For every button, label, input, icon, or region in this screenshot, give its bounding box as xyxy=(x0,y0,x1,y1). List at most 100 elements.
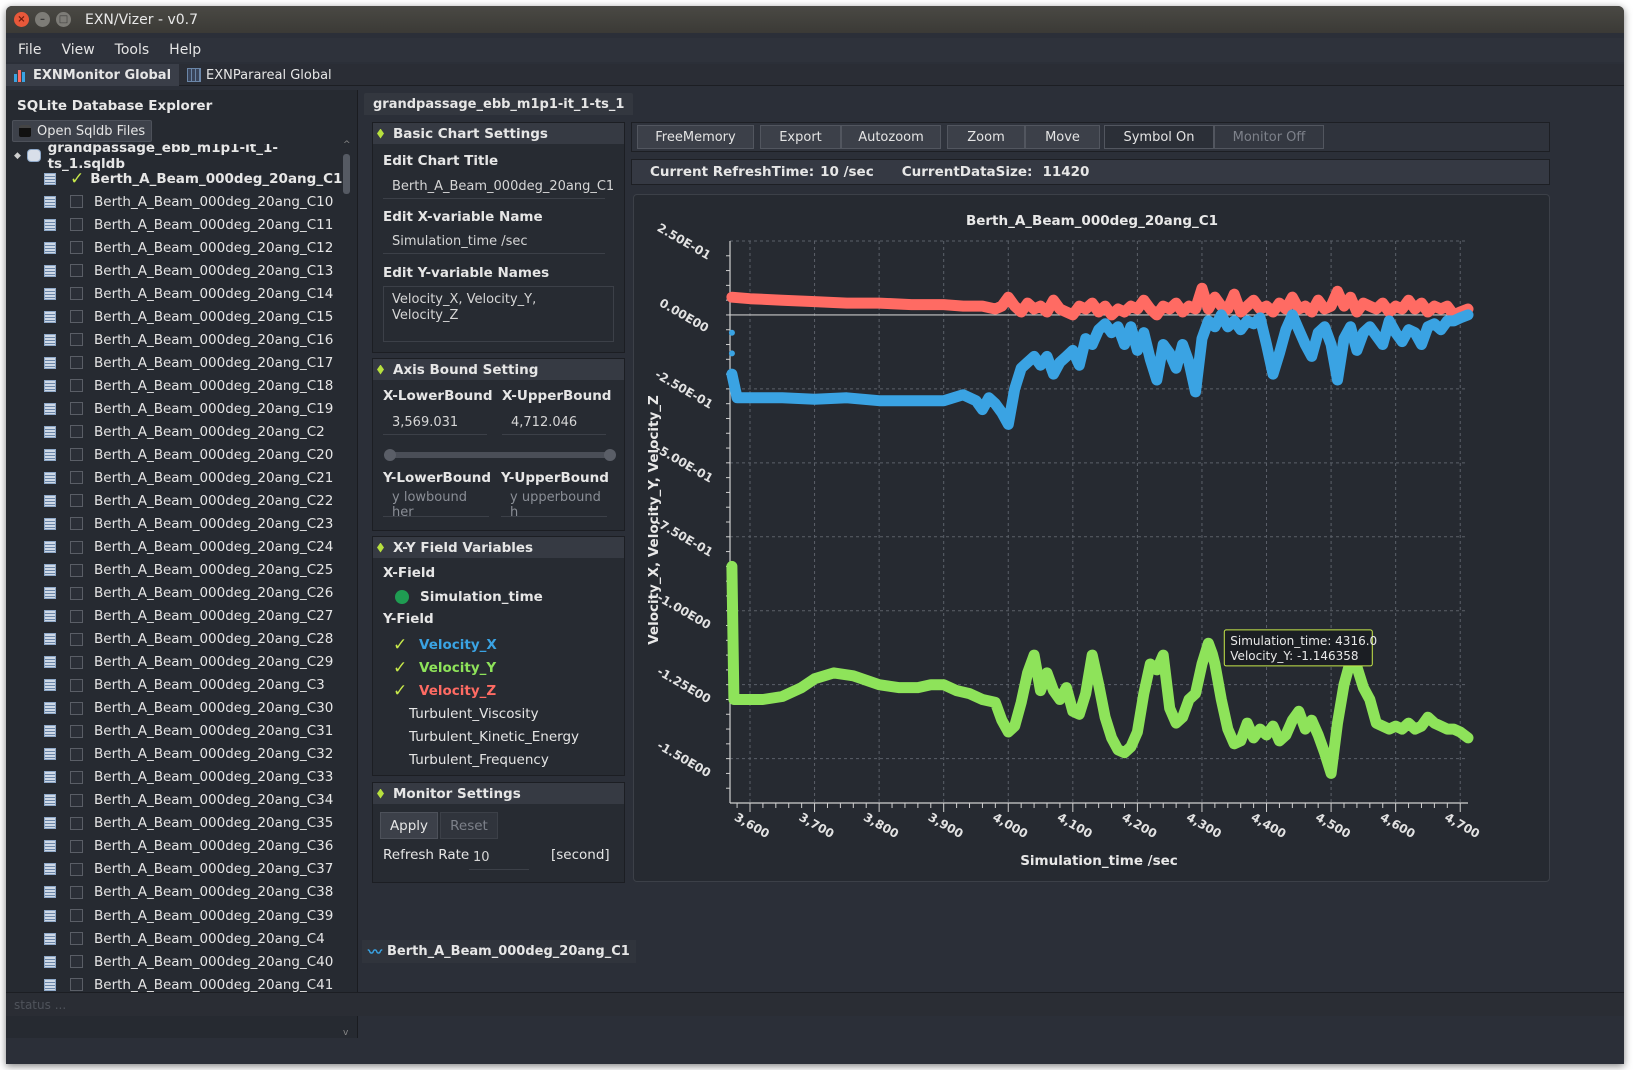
x-field-radio[interactable]: Simulation_time xyxy=(395,589,543,605)
section-header[interactable]: X-Y Field Variables xyxy=(373,537,624,558)
tree-item[interactable]: Berth_A_Beam_000deg_20ang_C17 xyxy=(6,351,346,374)
tree-item[interactable]: Berth_A_Beam_000deg_20ang_C36 xyxy=(6,835,346,858)
tree-item[interactable]: Berth_A_Beam_000deg_20ang_C27 xyxy=(6,605,346,628)
checkbox[interactable] xyxy=(70,770,83,784)
y-field-item[interactable]: Turbulent_Kinetic_Energy xyxy=(393,725,579,748)
chart-panel[interactable]: 3,600 3,700 3,800 3,900 4,000 4,100 4,200 4,300… xyxy=(633,194,1550,882)
tree-item[interactable]: Berth_A_Beam_000deg_20ang_C2 xyxy=(6,420,346,443)
checkbox[interactable] xyxy=(70,218,83,232)
checkbox[interactable] xyxy=(70,609,83,623)
x-variable-input[interactable]: Simulation_time /sec xyxy=(383,230,605,254)
checkbox[interactable] xyxy=(70,816,83,830)
tree-item[interactable]: Berth_A_Beam_000deg_20ang_C31 xyxy=(6,720,346,743)
checkbox[interactable] xyxy=(70,586,83,600)
tree-item[interactable]: Berth_A_Beam_000deg_20ang_C4 xyxy=(6,927,346,950)
y-field-item[interactable]: ✓ Velocity_X xyxy=(393,633,579,656)
y-lower-input[interactable]: y lowbound her xyxy=(383,490,489,520)
tree-scrollbar[interactable]: ^ v xyxy=(343,140,351,1038)
tree-item[interactable]: Berth_A_Beam_000deg_20ang_C18 xyxy=(6,374,346,397)
refresh-rate-input[interactable]: 10 xyxy=(469,846,529,870)
checkbox[interactable] xyxy=(70,402,83,416)
checkbox[interactable] xyxy=(70,655,83,669)
checkbox[interactable] xyxy=(70,909,83,923)
checkbox[interactable] xyxy=(70,494,83,508)
tab-exnparareal-global[interactable]: EXNParareal Global xyxy=(179,64,340,86)
checkbox[interactable] xyxy=(70,517,83,531)
minimize-window-button[interactable]: – xyxy=(35,12,50,27)
section-header[interactable]: Monitor Settings xyxy=(373,783,624,804)
checkbox[interactable] xyxy=(70,862,83,876)
tab-exnmonitor-global[interactable]: EXNMonitor Global xyxy=(6,64,180,86)
scroll-up-icon[interactable]: ^ xyxy=(343,140,351,150)
tree-item[interactable]: Berth_A_Beam_000deg_20ang_C21 xyxy=(6,466,346,489)
x-range-slider[interactable] xyxy=(384,449,616,461)
x-upper-input[interactable]: 4,712.046 xyxy=(502,411,606,435)
checkbox[interactable] xyxy=(70,287,83,301)
menu-view[interactable]: View xyxy=(61,42,94,58)
tree-item[interactable]: Berth_A_Beam_000deg_20ang_C35 xyxy=(6,812,346,835)
tree-item[interactable]: Berth_A_Beam_000deg_20ang_C23 xyxy=(6,512,346,535)
checkbox[interactable] xyxy=(70,264,83,278)
y-field-item[interactable]: Turbulent_Viscosity xyxy=(393,702,579,725)
tree-item[interactable]: Berth_A_Beam_000deg_20ang_C26 xyxy=(6,582,346,605)
scroll-down-icon[interactable]: v xyxy=(343,1028,348,1038)
open-sqldb-files-button[interactable]: Open Sqldb Files xyxy=(12,120,153,142)
menu-file[interactable]: File xyxy=(18,42,41,58)
tree-item[interactable]: Berth_A_Beam_000deg_20ang_C37 xyxy=(6,858,346,881)
checkmark-icon[interactable]: ✓ xyxy=(393,682,413,699)
checkbox[interactable] xyxy=(70,540,83,554)
checkbox[interactable] xyxy=(70,563,83,577)
checkmark-icon[interactable]: ✓ xyxy=(393,659,413,676)
checkbox[interactable] xyxy=(70,448,83,462)
checkbox[interactable] xyxy=(70,839,83,853)
tree-item[interactable]: Berth_A_Beam_000deg_20ang_C39 xyxy=(6,904,346,927)
checkbox[interactable] xyxy=(70,932,83,946)
tree-item[interactable]: Berth_A_Beam_000deg_20ang_C30 xyxy=(6,697,346,720)
checkbox[interactable] xyxy=(70,425,83,439)
expand-toggle-icon[interactable]: ◆ xyxy=(14,151,21,161)
y-field-item[interactable]: ✓ Velocity_Z xyxy=(393,679,579,702)
y-field-item[interactable]: Turbulent_Frequency xyxy=(393,748,579,771)
tree-item[interactable]: Berth_A_Beam_000deg_20ang_C19 xyxy=(6,397,346,420)
tree-item[interactable]: Berth_A_Beam_000deg_20ang_C11 xyxy=(6,213,346,236)
export-button[interactable]: Export xyxy=(760,125,841,149)
checkbox[interactable] xyxy=(70,978,83,992)
tree-root[interactable]: ◆ grandpassage_ebb_m1p1-it_1-ts_1.sqldb xyxy=(6,144,346,172)
slider-low-handle[interactable] xyxy=(384,449,396,461)
symbol-on-button[interactable]: Symbol On xyxy=(1104,125,1214,149)
section-header[interactable]: Axis Bound Setting xyxy=(373,359,624,380)
checkbox[interactable] xyxy=(70,955,83,969)
checkbox[interactable] xyxy=(70,333,83,347)
checkbox[interactable] xyxy=(70,379,83,393)
checkbox[interactable] xyxy=(70,701,83,715)
y-upper-input[interactable]: y upperbound h xyxy=(501,490,607,520)
checkbox[interactable] xyxy=(70,747,83,761)
chart-tab[interactable]: 〰 Berth_A_Beam_000deg_20ang_C1 xyxy=(362,940,636,963)
tree-item[interactable]: Berth_A_Beam_000deg_20ang_C13 xyxy=(6,259,346,282)
tree-item[interactable]: Berth_A_Beam_000deg_20ang_C12 xyxy=(6,236,346,259)
checkmark-icon[interactable]: ✓ xyxy=(70,170,84,187)
tree-item[interactable]: Berth_A_Beam_000deg_20ang_C38 xyxy=(6,881,346,904)
chart-title-input[interactable]: Berth_A_Beam_000deg_20ang_C1 xyxy=(383,175,614,199)
file-tree[interactable]: ◆ grandpassage_ebb_m1p1-it_1-ts_1.sqldb … xyxy=(6,144,346,1038)
tree-item[interactable]: Berth_A_Beam_000deg_20ang_C15 xyxy=(6,305,346,328)
tree-item[interactable]: Berth_A_Beam_000deg_20ang_C3 xyxy=(6,674,346,697)
database-tab[interactable]: grandpassage_ebb_m1p1-it_1-ts_1 xyxy=(364,93,634,115)
tree-item[interactable]: Berth_A_Beam_000deg_20ang_C20 xyxy=(6,443,346,466)
tree-item[interactable]: Berth_A_Beam_000deg_20ang_C25 xyxy=(6,559,346,582)
checkbox[interactable] xyxy=(70,632,83,646)
autozoom-button[interactable]: Autozoom xyxy=(841,125,941,149)
y-field-item[interactable]: ✓ Velocity_Y xyxy=(393,656,579,679)
tree-item[interactable]: Berth_A_Beam_000deg_20ang_C28 xyxy=(6,628,346,651)
maximize-window-button[interactable]: □ xyxy=(56,12,71,27)
tree-item[interactable]: Berth_A_Beam_000deg_20ang_C29 xyxy=(6,651,346,674)
checkbox[interactable] xyxy=(70,356,83,370)
tree-item[interactable]: Berth_A_Beam_000deg_20ang_C33 xyxy=(6,766,346,789)
tree-item[interactable]: Berth_A_Beam_000deg_20ang_C40 xyxy=(6,950,346,973)
checkbox[interactable] xyxy=(70,195,83,209)
tree-item[interactable]: Berth_A_Beam_000deg_20ang_C22 xyxy=(6,489,346,512)
reset-button[interactable]: Reset xyxy=(440,812,498,839)
section-header[interactable]: Basic Chart Settings xyxy=(373,123,624,144)
y-variables-textarea[interactable]: Velocity_X, Velocity_Y, Velocity_Z xyxy=(383,286,614,342)
tree-item[interactable]: Berth_A_Beam_000deg_20ang_C10 xyxy=(6,190,346,213)
